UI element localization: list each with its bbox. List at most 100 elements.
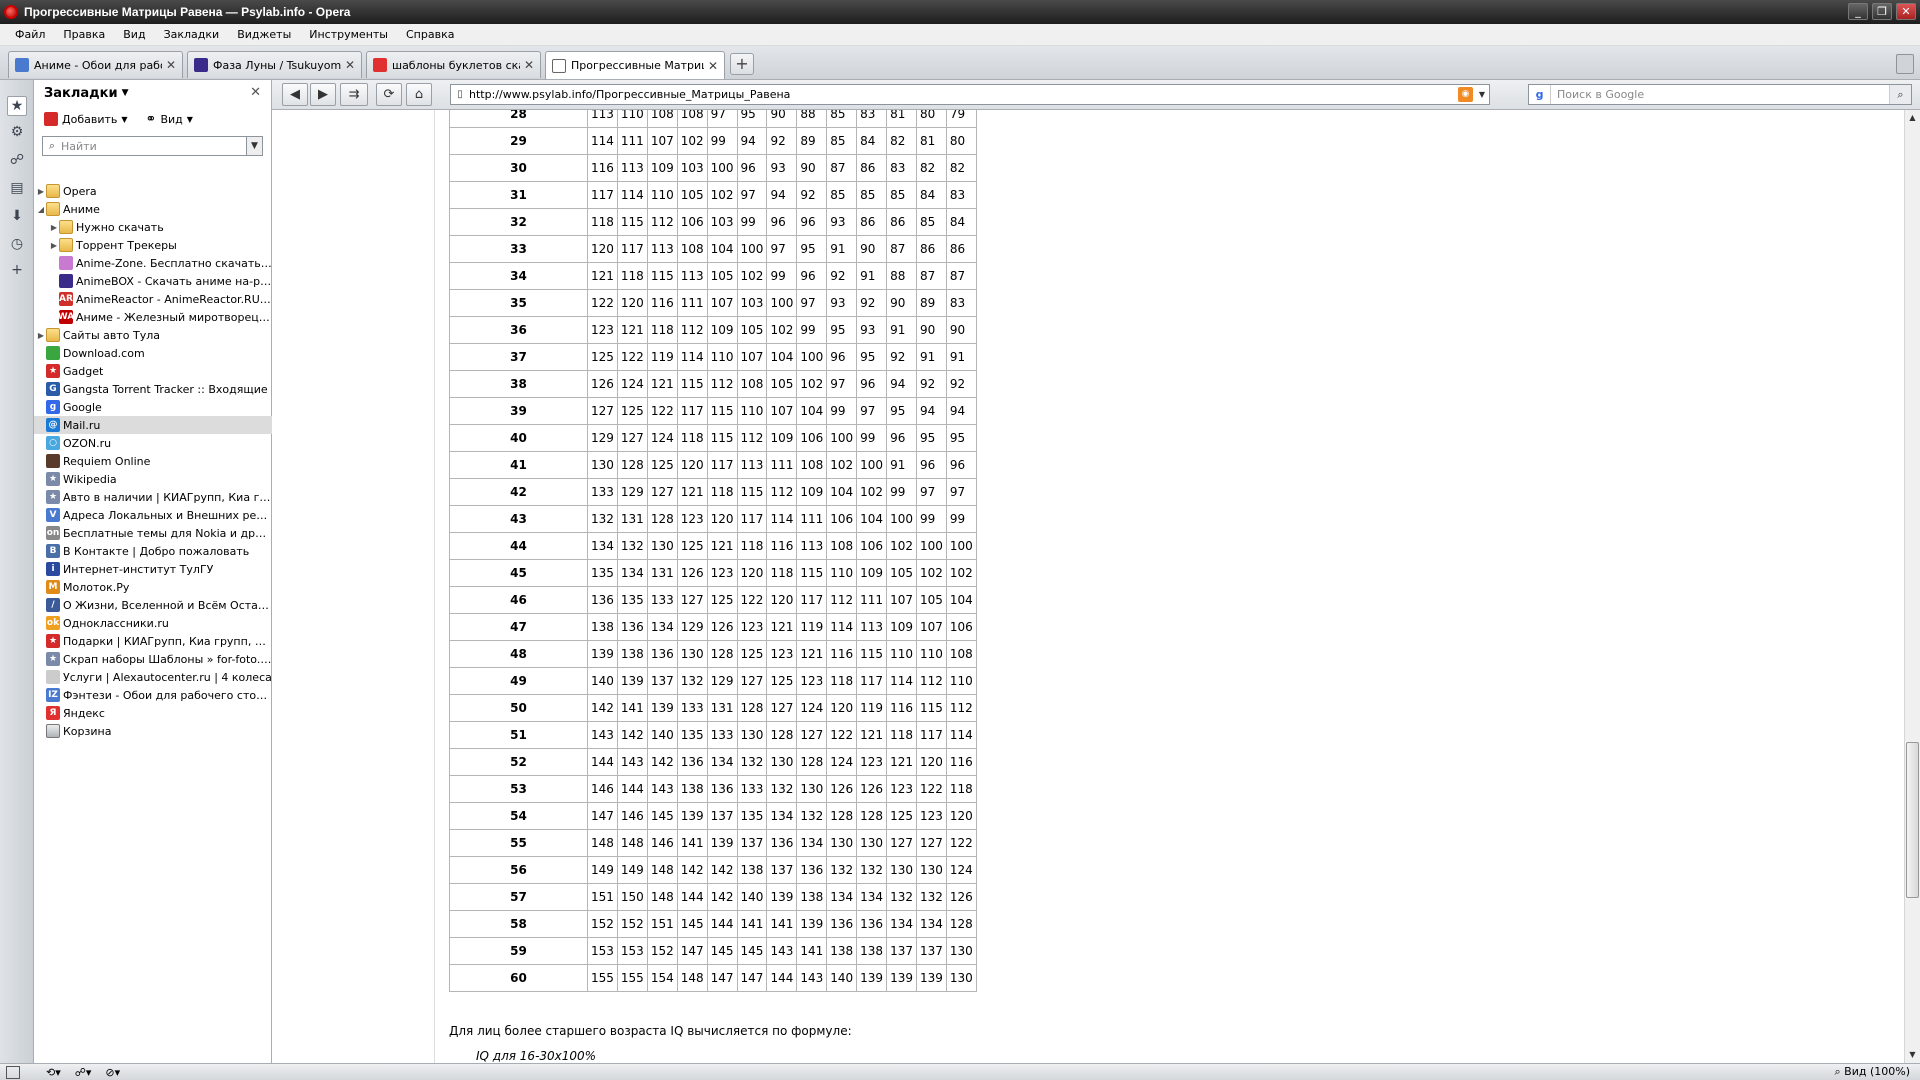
unite-icon[interactable]: ☍▾ bbox=[75, 1066, 92, 1079]
bookmark-folder[interactable]: ▶ Сайты авто Тула bbox=[34, 326, 272, 344]
table-row: 36 123 121 118 112 109 105 102 99 95 93 91 90 90 bbox=[449, 316, 977, 344]
bookmark-item[interactable]: ★Авто в наличии | КИАГрупп, Киа групп... bbox=[34, 488, 272, 506]
notes-panel-icon[interactable]: ▤ bbox=[7, 178, 27, 198]
reload-button[interactable]: ⟳ bbox=[376, 83, 402, 106]
bookmark-item[interactable]: AnimeBOX - Скачать аниме на-русс... bbox=[34, 272, 272, 290]
menu-help[interactable]: Справка bbox=[397, 28, 463, 41]
panel-close-icon[interactable]: ✕ bbox=[250, 85, 261, 100]
menu-widgets[interactable]: Виджеты bbox=[228, 28, 300, 41]
sync-icon[interactable]: ⟲▾ bbox=[46, 1066, 61, 1079]
view-button[interactable]: ⚭ Вид ▼ bbox=[146, 112, 193, 127]
bookmark-item[interactable]: ★ Wikipedia bbox=[34, 470, 272, 488]
chevron-down-icon[interactable]: ▼ bbox=[1475, 85, 1489, 104]
bookmark-item[interactable]: Anime-Zone. Бесплатно скачать ан... bbox=[34, 254, 272, 272]
tab-anime-wallpapers[interactable]: Аниме - Обои для рабоч... ✕ bbox=[8, 51, 183, 78]
expand-arrow-icon[interactable]: ▶ bbox=[49, 241, 59, 250]
window-title: Прогрессивные Матрицы Равена — Psylab.in… bbox=[24, 5, 351, 19]
bookmarks-panel-icon[interactable]: ★ bbox=[7, 96, 27, 116]
downloads-panel-icon[interactable]: ⬇ bbox=[7, 206, 27, 226]
bookmark-item[interactable]: ★Скрап наборы Шаблоны » for-foto.ru | p.… bbox=[34, 650, 272, 668]
bookmark-item[interactable]: ★ Gadget bbox=[34, 362, 272, 380]
tab-booklet-templates[interactable]: шаблоны буклетов скач... ✕ bbox=[366, 51, 541, 78]
back-button[interactable]: ◀ bbox=[282, 83, 308, 106]
zoom-control[interactable]: ⌕ Вид (100%) bbox=[1835, 1065, 1911, 1079]
menu-file[interactable]: Файл bbox=[6, 28, 54, 41]
home-button[interactable]: ⌂ bbox=[406, 83, 432, 106]
google-icon[interactable]: g bbox=[1529, 85, 1551, 104]
bookmark-item[interactable]: IZ Фэнтези - Обои для рабочего стола - ..… bbox=[34, 686, 272, 704]
panel-title[interactable]: Закладки bbox=[44, 86, 118, 101]
widgets-panel-icon[interactable]: ⚙ bbox=[7, 122, 27, 142]
tab-label: Прогрессивные Матриц... bbox=[571, 59, 704, 72]
bookmark-item[interactable]: AR AnimeReactor - AnimeReactor.RU :A... bbox=[34, 290, 272, 308]
tab-moon-phase[interactable]: Фаза Луны / Tsukuyomi... ✕ bbox=[187, 51, 362, 78]
bookmark-item[interactable]: ○ OZON.ru bbox=[34, 434, 272, 452]
bookmark-folder[interactable]: ▶ Opera bbox=[34, 182, 272, 200]
bookmark-folder[interactable]: ▶ Нужно скачать bbox=[34, 218, 272, 236]
turbo-icon[interactable]: ⊘▾ bbox=[105, 1066, 120, 1079]
bookmark-item[interactable]: on Бесплатные темы для Nokia и других ... bbox=[34, 524, 272, 542]
search-icon[interactable]: ⌕ bbox=[1889, 85, 1911, 104]
tab-raven-matrices[interactable]: Прогрессивные Матриц... ✕ bbox=[545, 51, 725, 79]
bookmark-item[interactable]: Download.com bbox=[34, 344, 272, 362]
expand-arrow-icon[interactable]: ◢ bbox=[36, 205, 46, 214]
new-tab-button[interactable]: + bbox=[730, 53, 754, 75]
add-bookmark-button[interactable]: Добавить ▼ bbox=[44, 112, 128, 126]
bookmark-item[interactable]: V Адреса Локальных и Внешних ресурс... bbox=[34, 506, 272, 524]
maximize-button[interactable]: ❐ bbox=[1872, 3, 1892, 20]
unite-panel-icon[interactable]: ☍ bbox=[7, 150, 27, 170]
rss-feed-icon[interactable]: ◉ bbox=[1458, 87, 1473, 102]
bookmark-item[interactable]: @ Mail.ru bbox=[34, 416, 272, 434]
chevron-down-icon[interactable]: ▼ bbox=[122, 88, 129, 98]
address-bar[interactable]: ▯ http://www.psylab.info/Прогрессивные_М… bbox=[450, 84, 1490, 105]
close-window-button[interactable]: ✕ bbox=[1896, 3, 1916, 20]
bookmark-item[interactable]: / О Жизни, Вселенной и Всём Остальн... bbox=[34, 596, 272, 614]
score-cell: 93 bbox=[826, 289, 858, 317]
bookmark-folder[interactable]: ◢ Аниме bbox=[34, 200, 272, 218]
bookmark-item[interactable]: Я Яндекс bbox=[34, 704, 272, 722]
bookmark-item[interactable]: Услуги | Alexautocenter.ru | 4 колеса bbox=[34, 668, 272, 686]
bookmark-item[interactable]: ★Подарки | КИАГрупп, Киа групп, kia gr..… bbox=[34, 632, 272, 650]
bookmark-item[interactable]: ВВ Контакте | Добро пожаловать bbox=[34, 542, 272, 560]
forward-button[interactable]: ▶ bbox=[310, 83, 336, 106]
bookmark-item[interactable]: WA Аниме - Железный миротворец (P... bbox=[34, 308, 272, 326]
menu-tools[interactable]: Инструменты bbox=[300, 28, 397, 41]
scrollbar-thumb[interactable] bbox=[1906, 742, 1919, 898]
bookmark-item[interactable]: G Gangsta Torrent Tracker :: Входящие bbox=[34, 380, 272, 398]
minimize-button[interactable]: _ bbox=[1848, 3, 1868, 20]
tab-close-icon[interactable]: ✕ bbox=[345, 58, 355, 72]
bookmark-item[interactable]: ok Одноклассники.ru bbox=[34, 614, 272, 632]
bookmark-item[interactable]: g Google bbox=[34, 398, 272, 416]
tab-close-icon[interactable]: ✕ bbox=[708, 59, 718, 73]
bookmark-search-input[interactable]: ⌕ Найти ▼ bbox=[42, 136, 263, 156]
score-cell: 91 bbox=[826, 235, 858, 263]
fast-forward-button[interactable]: ⇉ bbox=[340, 83, 368, 106]
expand-arrow-icon[interactable]: ▶ bbox=[36, 187, 46, 196]
score-cell: 138 bbox=[587, 613, 618, 641]
bookmark-folder[interactable]: ▶ Торрент Трекеры bbox=[34, 236, 272, 254]
tab-close-icon[interactable]: ✕ bbox=[166, 58, 176, 72]
vertical-scrollbar[interactable]: ▲ ▼ bbox=[1904, 110, 1920, 1063]
history-panel-icon[interactable]: ◷ bbox=[7, 234, 27, 254]
closed-tabs-trash-icon[interactable] bbox=[1896, 54, 1914, 74]
bookmark-item[interactable]: Requiem Online bbox=[34, 452, 272, 470]
chevron-down-icon: ▼ bbox=[121, 114, 128, 124]
bookmark-item[interactable]: i Интернет-институт ТулГУ bbox=[34, 560, 272, 578]
tab-close-icon[interactable]: ✕ bbox=[524, 58, 534, 72]
add-panel-icon[interactable]: + bbox=[7, 260, 27, 280]
expand-arrow-icon[interactable]: ▶ bbox=[36, 331, 46, 340]
panel-toggle-icon[interactable] bbox=[6, 1065, 20, 1079]
bookmark-item[interactable]: M Молоток.Ру bbox=[34, 578, 272, 596]
favicon-icon: @ bbox=[46, 418, 60, 432]
menu-view[interactable]: Вид bbox=[114, 28, 154, 41]
scroll-down-icon[interactable]: ▼ bbox=[1905, 1047, 1920, 1063]
expand-arrow-icon[interactable]: ▶ bbox=[49, 223, 59, 232]
score-cell: 120 bbox=[736, 559, 768, 587]
chevron-down-icon[interactable]: ▼ bbox=[246, 137, 262, 155]
menu-edit[interactable]: Правка bbox=[54, 28, 114, 41]
search-google-input[interactable]: g Поиск в Google ⌕ bbox=[1528, 84, 1912, 105]
menu-bookmarks[interactable]: Закладки bbox=[155, 28, 229, 41]
bookmark-item[interactable]: Корзина bbox=[34, 722, 272, 740]
score-cell: 135 bbox=[676, 721, 708, 749]
scroll-up-icon[interactable]: ▲ bbox=[1905, 110, 1920, 126]
